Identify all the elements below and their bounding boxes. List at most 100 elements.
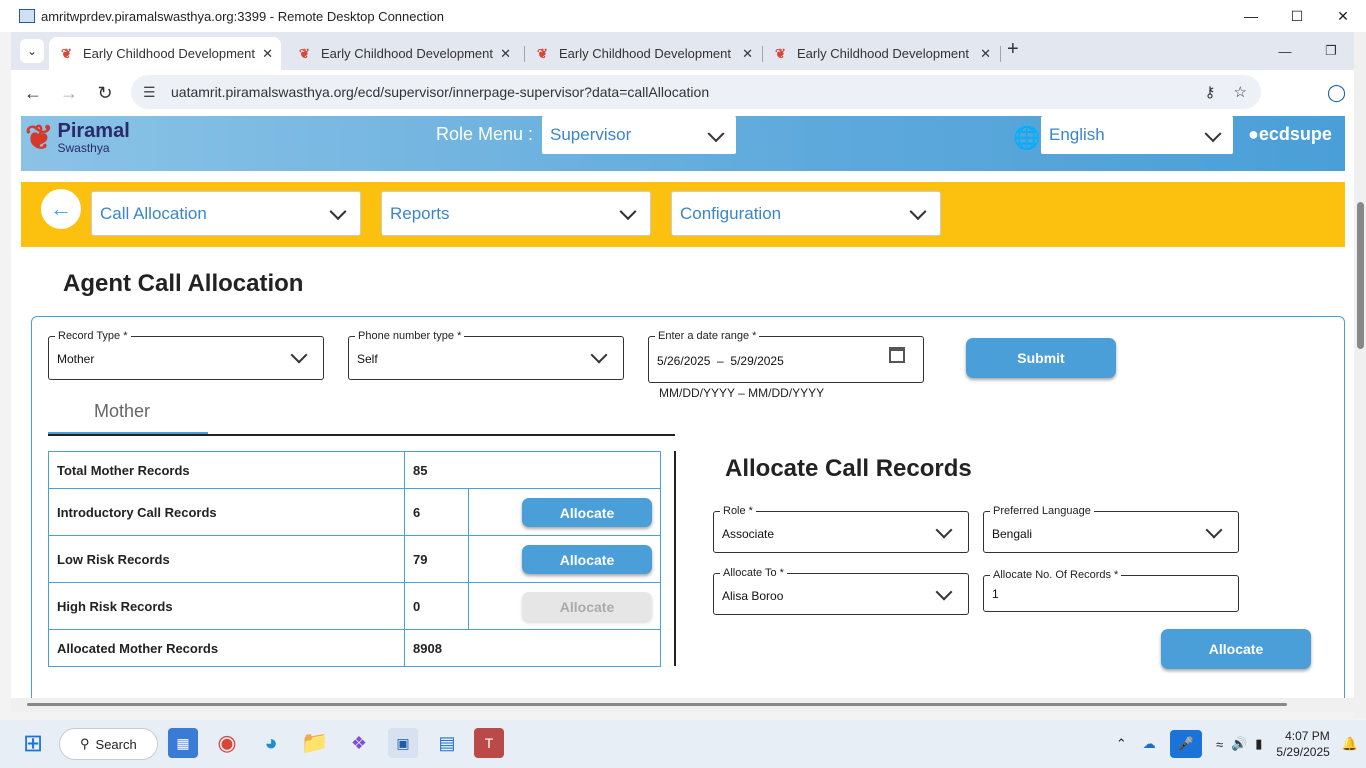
allocate-low-risk-button[interactable]: Allocate	[522, 545, 652, 574]
close-tab-icon[interactable]: ✕	[262, 46, 273, 62]
chrome-icon[interactable]: ◉	[212, 728, 242, 758]
vertical-scroll-thumb[interactable]	[1357, 202, 1364, 349]
phone-type-select[interactable]: Phone number type * Self	[348, 330, 624, 380]
windows-start-icon[interactable]: ⊞	[18, 728, 48, 758]
stat-action-cell: Allocate	[468, 488, 661, 536]
configuration-menu[interactable]: Configuration	[671, 191, 941, 236]
microphone-icon[interactable]: 🎤	[1169, 730, 1202, 758]
forward-arrow-icon[interactable]: →	[51, 83, 87, 104]
record-type-select[interactable]: Record Type * Mother	[48, 330, 324, 380]
new-tab-plus-icon[interactable]: +	[1007, 38, 1019, 61]
table-row: Low Risk Records 79 Allocate	[48, 535, 661, 583]
maximize-icon[interactable]: ☐	[1274, 0, 1320, 32]
taskbar-clock[interactable]: 4:07 PM 5/29/2025	[1276, 728, 1329, 760]
piramal-favicon-icon: ❦	[299, 45, 310, 61]
language-select[interactable]: English	[1041, 116, 1233, 154]
tab-mother[interactable]: Mother	[94, 401, 150, 422]
role-select[interactable]: Supervisor	[542, 116, 736, 154]
stat-value: 0	[404, 582, 469, 630]
vertical-scrollbar[interactable]	[1354, 32, 1366, 718]
chevron-down-icon	[707, 125, 725, 143]
date-range-value[interactable]: 5/26/2025 – 5/29/2025	[657, 354, 784, 368]
chevron-down-icon	[290, 346, 308, 364]
search-icon: ⚲	[80, 736, 90, 751]
table-row: Total Mother Records 85	[48, 451, 661, 489]
teams-icon[interactable]: T	[474, 728, 504, 758]
taskbar-search[interactable]: ⚲ Search	[59, 728, 158, 760]
allocate-to-value: Alisa Boroo	[722, 589, 784, 603]
allocate-high-risk-button[interactable]: Allocate	[522, 592, 652, 621]
site-info-icon[interactable]: ☰	[143, 84, 161, 101]
file-explorer-icon[interactable]: 📁	[300, 728, 330, 758]
url-text[interactable]: uatamrit.piramalswasthya.org/ecd/supervi…	[171, 84, 709, 100]
record-type-value: Mother	[57, 352, 95, 366]
remote-desktop-taskbar-icon[interactable]: ▣	[388, 728, 418, 758]
record-type-label: Record Type *	[55, 330, 131, 342]
chevron-up-icon[interactable]: ⌃	[1116, 736, 1127, 752]
chevron-down-icon	[619, 202, 637, 220]
call-allocation-menu[interactable]: Call Allocation	[91, 191, 361, 236]
back-arrow-icon[interactable]: ←	[15, 83, 51, 104]
allocate-section-title: Allocate Call Records	[725, 455, 972, 482]
piramal-favicon-icon: ❦	[775, 45, 786, 61]
reports-menu[interactable]: Reports	[381, 191, 651, 236]
volume-icon[interactable]: 🔊	[1231, 736, 1247, 752]
calendar-icon[interactable]	[889, 347, 905, 363]
browser-tab-1[interactable]: ❦ Early Childhood Development ✕	[49, 37, 281, 70]
browser-restore-icon[interactable]: ❐	[1308, 32, 1354, 70]
close-icon[interactable]: ✕	[1320, 0, 1366, 32]
browser-tab-2[interactable]: ❦ Early Childhood Development ✕	[287, 37, 519, 70]
reports-label: Reports	[390, 203, 450, 223]
browser-tab-label: Early Childhood Development	[559, 46, 731, 61]
profile-icon[interactable]: ◯	[1327, 83, 1346, 103]
chevron-down-icon	[329, 202, 347, 220]
user-name: ecdsupe	[1258, 124, 1332, 144]
role-field-select[interactable]: Role * Associate	[713, 505, 969, 553]
clock-date: 5/29/2025	[1276, 745, 1330, 759]
notification-bell-icon[interactable]: 🔔	[1342, 736, 1358, 752]
browser-tab-label: Early Childhood Development	[321, 46, 493, 61]
onedrive-icon[interactable]: ☁	[1143, 736, 1156, 752]
date-range-input[interactable]: Enter a date range * 5/26/2025 – 5/29/20…	[648, 330, 924, 383]
horizontal-scroll-thumb[interactable]	[27, 703, 1287, 706]
minimize-icon[interactable]: —	[1228, 0, 1274, 32]
clock-time: 4:07 PM	[1285, 729, 1330, 743]
num-records-value[interactable]: 1	[992, 587, 999, 601]
user-menu[interactable]: ●ecdsupe	[1248, 124, 1332, 145]
date-format-hint: MM/DD/YYYY – MM/DD/YYYY	[659, 386, 825, 400]
chevron-down-icon	[909, 202, 927, 220]
url-omnibox[interactable]: ☰ uatamrit.piramalswasthya.org/ecd/super…	[131, 75, 1261, 109]
notepad-icon[interactable]: ▤	[432, 728, 462, 758]
browser-tab-4[interactable]: ❦ Early Childhood Development ✕	[763, 37, 999, 70]
battery-icon[interactable]: ▮	[1255, 736, 1262, 752]
preferred-language-label: Preferred Language	[990, 505, 1094, 517]
m365-icon[interactable]: ❖	[344, 728, 374, 758]
password-key-icon[interactable]: ⚷	[1205, 83, 1216, 101]
chevron-down-icon	[1205, 521, 1223, 539]
preferred-language-value: Bengali	[992, 527, 1033, 541]
close-tab-icon[interactable]: ✕	[500, 46, 511, 62]
horizontal-scrollbar[interactable]	[11, 698, 1354, 712]
allocate-to-select[interactable]: Allocate To * Alisa Boroo	[713, 567, 969, 615]
browser-tab-3[interactable]: ❦ Early Childhood Development ✕	[525, 37, 761, 70]
bookmark-star-icon[interactable]: ☆	[1234, 83, 1247, 101]
num-records-input[interactable]: Allocate No. Of Records * 1	[983, 569, 1239, 612]
tab-search-chevron-down-icon[interactable]: ⌄	[20, 39, 44, 63]
close-tab-icon[interactable]: ✕	[742, 46, 753, 62]
globe-icon: 🌐	[1013, 125, 1041, 150]
allocate-intro-button[interactable]: Allocate	[522, 498, 652, 527]
back-button[interactable]: ←	[41, 189, 81, 229]
taskbar-search-label: Search	[95, 736, 137, 752]
preferred-language-select[interactable]: Preferred Language Bengali	[983, 505, 1239, 553]
allocate-submit-button[interactable]: Allocate	[1161, 629, 1311, 669]
edge-icon[interactable]: ◕	[256, 728, 286, 758]
close-tab-icon[interactable]: ✕	[980, 46, 991, 62]
browser-minimize-icon[interactable]: —	[1262, 32, 1308, 70]
store-icon[interactable]: ▦	[168, 728, 198, 758]
arrow-left-icon: ←	[50, 196, 72, 221]
submit-button[interactable]: Submit	[966, 338, 1116, 378]
page-title: Agent Call Allocation	[63, 270, 304, 297]
tab-separator	[1000, 46, 1001, 62]
reload-icon[interactable]: ↻	[87, 83, 123, 104]
wifi-icon[interactable]: ≈	[1216, 737, 1223, 752]
